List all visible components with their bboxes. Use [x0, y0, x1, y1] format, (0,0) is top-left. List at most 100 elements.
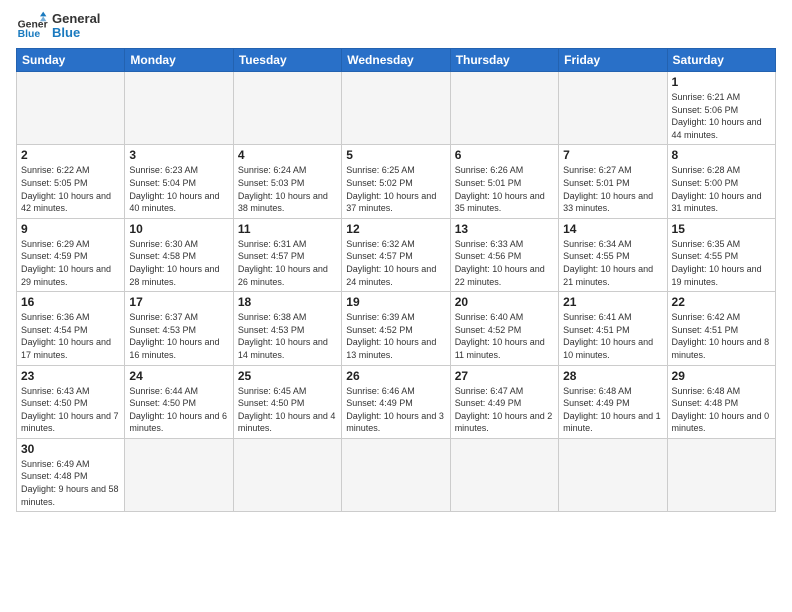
calendar-cell: 18 Sunrise: 6:38 AM Sunset: 4:53 PM Dayli… — [233, 292, 341, 365]
day-info: Sunrise: 6:43 AM Sunset: 4:50 PM Dayligh… — [21, 385, 120, 435]
calendar-cell — [342, 438, 450, 511]
weekday-header-row: SundayMondayTuesdayWednesdayThursdayFrid… — [17, 49, 776, 72]
weekday-monday: Monday — [125, 49, 233, 72]
day-info: Sunrise: 6:28 AM Sunset: 5:00 PM Dayligh… — [672, 164, 771, 214]
day-info: Sunrise: 6:21 AM Sunset: 5:06 PM Dayligh… — [672, 91, 771, 141]
calendar-cell: 27 Sunrise: 6:47 AM Sunset: 4:49 PM Dayli… — [450, 365, 558, 438]
calendar-cell: 30 Sunrise: 6:49 AM Sunset: 4:48 PM Dayli… — [17, 438, 125, 511]
calendar-cell: 16 Sunrise: 6:36 AM Sunset: 4:54 PM Dayli… — [17, 292, 125, 365]
calendar-cell — [450, 438, 558, 511]
calendar-cell — [125, 438, 233, 511]
calendar-cell: 6Sunrise: 6:26 AM Sunset: 5:01 PM Daylig… — [450, 145, 558, 218]
day-info: Sunrise: 6:29 AM Sunset: 4:59 PM Dayligh… — [21, 238, 120, 288]
weekday-saturday: Saturday — [667, 49, 775, 72]
calendar-cell — [667, 438, 775, 511]
weekday-tuesday: Tuesday — [233, 49, 341, 72]
day-number: 30 — [21, 442, 120, 456]
calendar-cell: 19Sunrise: 6:39 AM Sunset: 4:52 PM Dayli… — [342, 292, 450, 365]
day-number: 9 — [21, 222, 120, 236]
day-number: 2 — [21, 148, 120, 162]
day-info: Sunrise: 6:24 AM Sunset: 5:03 PM Dayligh… — [238, 164, 337, 214]
calendar-cell: 14Sunrise: 6:34 AM Sunset: 4:55 PM Dayli… — [559, 218, 667, 291]
day-info: Sunrise: 6:32 AM Sunset: 4:57 PM Dayligh… — [346, 238, 445, 288]
day-number: 18 — [238, 295, 337, 309]
day-number: 26 — [346, 369, 445, 383]
calendar-cell — [125, 72, 233, 145]
day-info: Sunrise: 6:44 AM Sunset: 4:50 PM Dayligh… — [129, 385, 228, 435]
calendar-cell: 11Sunrise: 6:31 AM Sunset: 4:57 PM Dayli… — [233, 218, 341, 291]
day-info: Sunrise: 6:25 AM Sunset: 5:02 PM Dayligh… — [346, 164, 445, 214]
calendar-cell — [450, 72, 558, 145]
day-info: Sunrise: 6:35 AM Sunset: 4:55 PM Dayligh… — [672, 238, 771, 288]
day-number: 23 — [21, 369, 120, 383]
calendar-cell: 21 Sunrise: 6:41 AM Sunset: 4:51 PM Dayli… — [559, 292, 667, 365]
weekday-sunday: Sunday — [17, 49, 125, 72]
calendar-cell: 9 Sunrise: 6:29 AM Sunset: 4:59 PM Daylig… — [17, 218, 125, 291]
day-info: Sunrise: 6:31 AM Sunset: 4:57 PM Dayligh… — [238, 238, 337, 288]
weekday-friday: Friday — [559, 49, 667, 72]
day-number: 3 — [129, 148, 228, 162]
logo: General Blue General Blue — [16, 10, 100, 42]
day-info: Sunrise: 6:37 AM Sunset: 4:53 PM Dayligh… — [129, 311, 228, 361]
day-info: Sunrise: 6:27 AM Sunset: 5:01 PM Dayligh… — [563, 164, 662, 214]
day-info: Sunrise: 6:38 AM Sunset: 4:53 PM Dayligh… — [238, 311, 337, 361]
day-info: Sunrise: 6:23 AM Sunset: 5:04 PM Dayligh… — [129, 164, 228, 214]
day-number: 27 — [455, 369, 554, 383]
day-number: 25 — [238, 369, 337, 383]
calendar-cell: 17Sunrise: 6:37 AM Sunset: 4:53 PM Dayli… — [125, 292, 233, 365]
day-number: 20 — [455, 295, 554, 309]
day-info: Sunrise: 6:33 AM Sunset: 4:56 PM Dayligh… — [455, 238, 554, 288]
calendar-cell — [342, 72, 450, 145]
day-info: Sunrise: 6:22 AM Sunset: 5:05 PM Dayligh… — [21, 164, 120, 214]
calendar-cell: 23 Sunrise: 6:43 AM Sunset: 4:50 PM Dayli… — [17, 365, 125, 438]
calendar-cell — [559, 438, 667, 511]
calendar-cell: 20 Sunrise: 6:40 AM Sunset: 4:52 PM Dayli… — [450, 292, 558, 365]
logo-text-general: General — [52, 12, 100, 26]
calendar-cell: 4 Sunrise: 6:24 AM Sunset: 5:03 PM Daylig… — [233, 145, 341, 218]
logo-text-blue: Blue — [52, 26, 100, 40]
day-number: 4 — [238, 148, 337, 162]
calendar-cell — [559, 72, 667, 145]
day-number: 21 — [563, 295, 662, 309]
day-number: 22 — [672, 295, 771, 309]
day-info: Sunrise: 6:40 AM Sunset: 4:52 PM Dayligh… — [455, 311, 554, 361]
day-info: Sunrise: 6:45 AM Sunset: 4:50 PM Dayligh… — [238, 385, 337, 435]
day-info: Sunrise: 6:30 AM Sunset: 4:58 PM Dayligh… — [129, 238, 228, 288]
day-number: 29 — [672, 369, 771, 383]
calendar-cell: 26 Sunrise: 6:46 AM Sunset: 4:49 PM Dayli… — [342, 365, 450, 438]
svg-text:Blue: Blue — [18, 29, 41, 40]
day-info: Sunrise: 6:46 AM Sunset: 4:49 PM Dayligh… — [346, 385, 445, 435]
calendar-cell: 15Sunrise: 6:35 AM Sunset: 4:55 PM Dayli… — [667, 218, 775, 291]
day-info: Sunrise: 6:41 AM Sunset: 4:51 PM Dayligh… — [563, 311, 662, 361]
calendar: SundayMondayTuesdayWednesdayThursdayFrid… — [16, 48, 776, 512]
weekday-thursday: Thursday — [450, 49, 558, 72]
day-number: 13 — [455, 222, 554, 236]
day-info: Sunrise: 6:47 AM Sunset: 4:49 PM Dayligh… — [455, 385, 554, 435]
day-info: Sunrise: 6:36 AM Sunset: 4:54 PM Dayligh… — [21, 311, 120, 361]
day-number: 7 — [563, 148, 662, 162]
calendar-cell: 8Sunrise: 6:28 AM Sunset: 5:00 PM Daylig… — [667, 145, 775, 218]
calendar-cell: 5Sunrise: 6:25 AM Sunset: 5:02 PM Daylig… — [342, 145, 450, 218]
calendar-cell: 12Sunrise: 6:32 AM Sunset: 4:57 PM Dayli… — [342, 218, 450, 291]
calendar-cell: 1 Sunrise: 6:21 AM Sunset: 5:06 PM Daylig… — [667, 72, 775, 145]
calendar-cell: 7 Sunrise: 6:27 AM Sunset: 5:01 PM Daylig… — [559, 145, 667, 218]
day-number: 16 — [21, 295, 120, 309]
calendar-cell: 10Sunrise: 6:30 AM Sunset: 4:58 PM Dayli… — [125, 218, 233, 291]
day-info: Sunrise: 6:48 AM Sunset: 4:48 PM Dayligh… — [672, 385, 771, 435]
day-number: 1 — [672, 75, 771, 89]
day-info: Sunrise: 6:48 AM Sunset: 4:49 PM Dayligh… — [563, 385, 662, 435]
day-info: Sunrise: 6:39 AM Sunset: 4:52 PM Dayligh… — [346, 311, 445, 361]
calendar-cell: 28 Sunrise: 6:48 AM Sunset: 4:49 PM Dayli… — [559, 365, 667, 438]
calendar-cell: 29 Sunrise: 6:48 AM Sunset: 4:48 PM Dayli… — [667, 365, 775, 438]
calendar-cell: 3 Sunrise: 6:23 AM Sunset: 5:04 PM Daylig… — [125, 145, 233, 218]
calendar-cell — [233, 72, 341, 145]
day-info: Sunrise: 6:49 AM Sunset: 4:48 PM Dayligh… — [21, 458, 120, 508]
calendar-cell: 13 Sunrise: 6:33 AM Sunset: 4:56 PM Dayli… — [450, 218, 558, 291]
day-info: Sunrise: 6:26 AM Sunset: 5:01 PM Dayligh… — [455, 164, 554, 214]
day-number: 14 — [563, 222, 662, 236]
logo-icon: General Blue — [16, 10, 48, 42]
page-header: General Blue General Blue — [16, 10, 776, 42]
day-number: 28 — [563, 369, 662, 383]
calendar-cell: 25 Sunrise: 6:45 AM Sunset: 4:50 PM Dayli… — [233, 365, 341, 438]
day-number: 24 — [129, 369, 228, 383]
